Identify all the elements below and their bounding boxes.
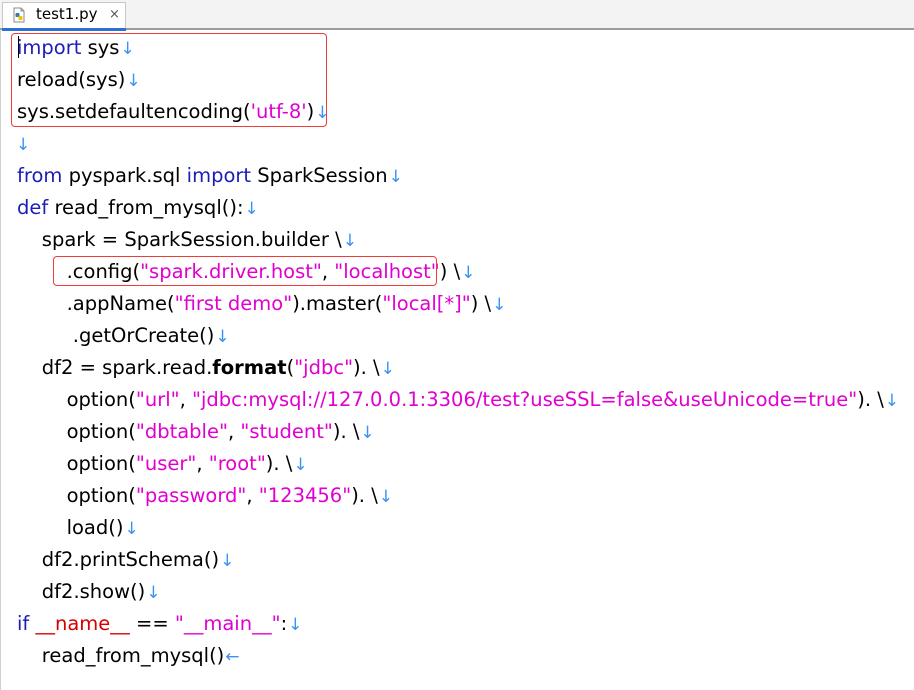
code-line-18: df2.show()↓	[17, 580, 161, 603]
code-line-5: from pyspark.sql import SparkSession↓	[17, 164, 403, 187]
newline-marker-icon: ↓	[288, 615, 303, 635]
newline-marker-icon: ↓	[388, 167, 403, 187]
code-line-20: read_from_mysql()←	[17, 644, 240, 667]
newline-marker-icon: ↓	[884, 391, 900, 411]
tab-title: test1.py	[36, 5, 98, 23]
newline-marker-icon: ↓	[461, 263, 476, 283]
code-line-17: df2.printSchema()↓	[17, 548, 235, 571]
newline-marker-icon: ↓	[492, 295, 507, 315]
newline-marker-icon: ↓	[244, 199, 259, 219]
python-file-icon	[13, 7, 25, 23]
code-line-11: df2 = spark.read.format("jdbc"). \↓	[17, 356, 395, 379]
code-line-4: ↓	[15, 128, 30, 160]
editor-tab-bar: test1.py ×	[0, 0, 914, 31]
code-line-6: def read_from_mysql():↓	[17, 196, 259, 219]
newline-marker-icon: ↓	[220, 551, 235, 571]
code-line-10: .getOrCreate()↓	[17, 324, 230, 347]
code-line-7: spark = SparkSession.builder \↓	[17, 228, 357, 251]
newline-marker-icon: ↓	[380, 359, 395, 379]
code-editor[interactable]: import sys↓ reload(sys)↓ sys.setdefaulte…	[0, 30, 914, 690]
newline-marker-icon: ↓	[378, 487, 394, 507]
tab-test1-py[interactable]: test1.py ×	[2, 2, 126, 31]
code-line-15: option("password", "123456"). \↓	[17, 484, 394, 507]
code-line-12: option("url", "jdbc:mysql://127.0.0.1:33…	[17, 388, 900, 411]
newline-marker-icon: ↓	[124, 519, 139, 539]
code-line-19: if __name__ == "__main__":↓	[17, 612, 303, 635]
newline-marker-icon: ↓	[215, 327, 230, 347]
close-icon[interactable]: ×	[109, 7, 120, 22]
newline-marker-icon: ↓	[146, 583, 161, 603]
newline-marker-icon: ↓	[293, 455, 308, 475]
highlight-box-imports	[11, 33, 327, 127]
code-line-16: load()↓	[17, 516, 139, 539]
code-line-14: option("user", "root"). \↓	[17, 452, 308, 475]
newline-marker-icon: ↓	[360, 423, 375, 443]
eof-marker-icon: ←	[225, 647, 240, 667]
newline-marker-icon: ↓	[16, 135, 31, 155]
code-line-13: option("dbtable", "student"). \↓	[17, 420, 375, 443]
newline-marker-icon: ↓	[342, 231, 357, 251]
highlight-box-config	[53, 256, 437, 286]
code-line-9: .appName("first demo").master("local[*]"…	[17, 292, 507, 315]
